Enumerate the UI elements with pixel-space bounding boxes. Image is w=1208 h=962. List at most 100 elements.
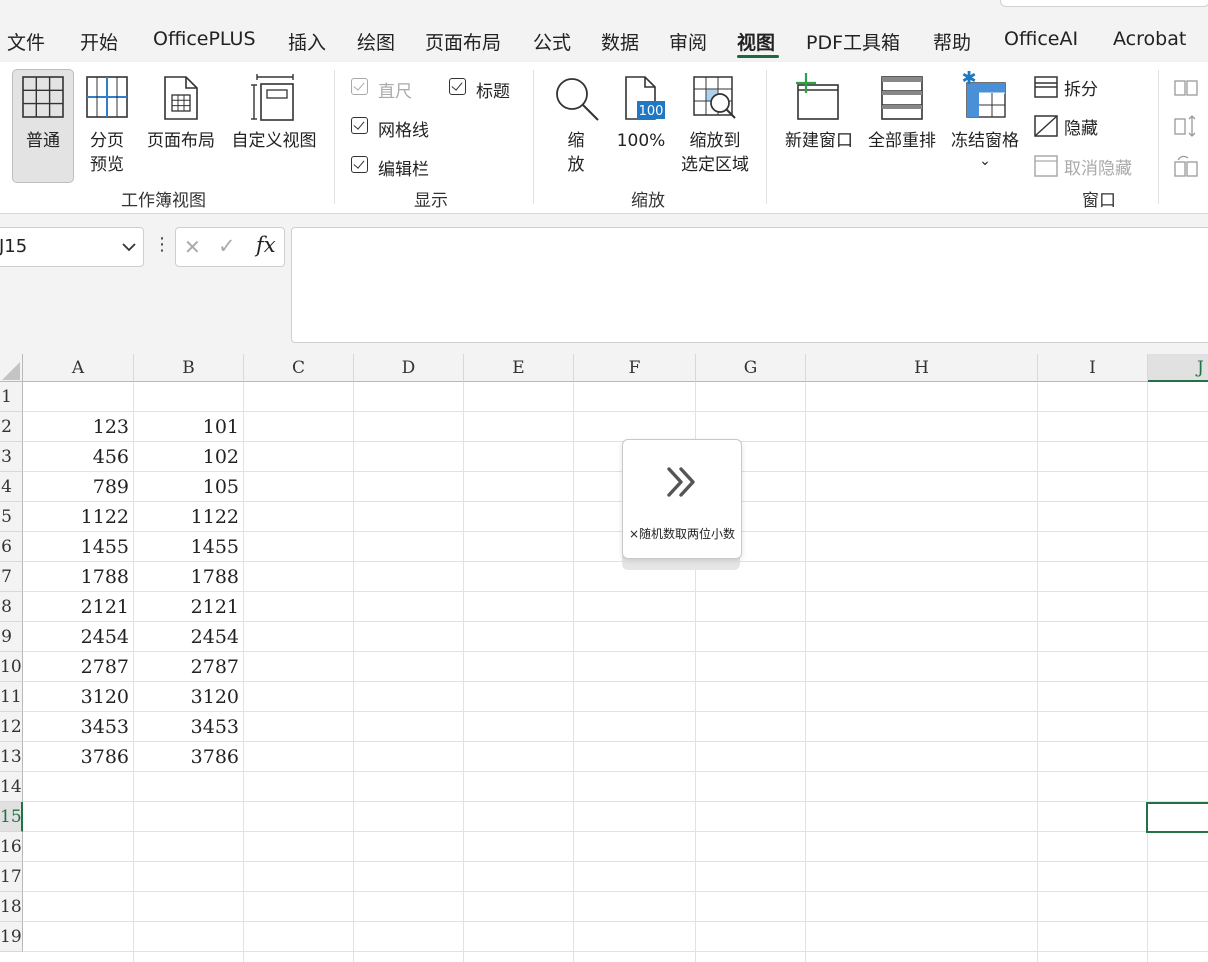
row-header-13[interactable]: 13: [0, 742, 23, 772]
cell-b5[interactable]: 1122: [133, 502, 243, 532]
row-header-16[interactable]: 16: [0, 832, 23, 862]
selected-cell-j15[interactable]: [1146, 802, 1208, 833]
zoom-to-selection-button[interactable]: 缩放到 选定区域: [677, 69, 753, 181]
row-header-11[interactable]: 11: [0, 682, 23, 712]
headings-checkbox[interactable]: 标题: [449, 77, 539, 102]
tab-officeai[interactable]: OfficeAI: [1004, 28, 1078, 50]
row-header-2[interactable]: 2: [0, 412, 23, 442]
row-header-12[interactable]: 12: [0, 712, 23, 742]
row-header-1[interactable]: 1: [0, 382, 23, 412]
column-header-b[interactable]: B: [134, 354, 244, 382]
row-header-9[interactable]: 9: [0, 622, 23, 652]
cell-a6[interactable]: 1455: [23, 532, 133, 562]
enter-check-icon[interactable]: ✓: [218, 234, 236, 258]
ruler-checkbox[interactable]: 直尺: [351, 77, 441, 102]
column-header-g[interactable]: G: [696, 354, 806, 382]
tab-review[interactable]: 审阅: [669, 28, 707, 55]
freeze-panes-button[interactable]: ✱ 冻结窗格 ⌄: [947, 69, 1023, 181]
row-header-18[interactable]: 18: [0, 892, 23, 922]
cell-b7[interactable]: 1788: [133, 562, 243, 592]
row-header-19[interactable]: 19: [0, 922, 23, 952]
cell-a4[interactable]: 789: [23, 472, 133, 502]
column-header-e[interactable]: E: [464, 354, 574, 382]
cell-a3[interactable]: 456: [23, 442, 133, 472]
row-header-8[interactable]: 8: [0, 592, 23, 622]
tab-file[interactable]: 文件: [7, 28, 45, 55]
row-header-10[interactable]: 10: [0, 652, 23, 682]
row-header-5[interactable]: 5: [0, 502, 23, 532]
new-window-button[interactable]: 新建窗口: [781, 69, 857, 181]
tab-insert[interactable]: 插入: [288, 28, 326, 55]
tab-view[interactable]: 视图: [737, 28, 775, 55]
cell-a8[interactable]: 2121: [23, 592, 133, 622]
column-header-h[interactable]: H: [806, 354, 1038, 382]
worksheet-grid[interactable]: A B C D E F G H I J 1 2 3 4 5 6 7 8 9 10 11 12 13 14 1…: [0, 354, 1208, 962]
row-header-3[interactable]: 3: [0, 442, 23, 472]
cell-a13[interactable]: 3786: [23, 742, 133, 772]
cell-a9[interactable]: 2454: [23, 622, 133, 652]
zoom-100-button[interactable]: 100 100%: [613, 69, 669, 181]
cancel-icon[interactable]: ✕: [184, 235, 201, 259]
cell-b3[interactable]: 102: [133, 442, 243, 472]
cell-a10[interactable]: 2787: [23, 652, 133, 682]
cell-b10[interactable]: 2787: [133, 652, 243, 682]
zoom-button[interactable]: 缩 放: [551, 69, 601, 181]
cell-a2[interactable]: 123: [23, 412, 133, 442]
tab-help[interactable]: 帮助: [933, 28, 971, 55]
column-header-i[interactable]: I: [1038, 354, 1148, 382]
cell-b8[interactable]: 2121: [133, 592, 243, 622]
row-header-14[interactable]: 14: [0, 772, 23, 802]
page-layout-view-button[interactable]: 页面布局: [143, 69, 219, 181]
row-header-15[interactable]: 15: [0, 802, 23, 832]
reset-window-icon[interactable]: [1174, 154, 1200, 178]
cell-b6[interactable]: 1455: [133, 532, 243, 562]
cell-b9[interactable]: 2454: [133, 622, 243, 652]
row-header-4[interactable]: 4: [0, 472, 23, 502]
cell-a5[interactable]: 1122: [23, 502, 133, 532]
column-header-c[interactable]: C: [244, 354, 354, 382]
cell-b13[interactable]: 3786: [133, 742, 243, 772]
tab-data[interactable]: 数据: [601, 28, 639, 55]
sync-scroll-icon[interactable]: [1174, 114, 1200, 138]
freeze-panes-chevron-down-icon[interactable]: ⌄: [947, 150, 1023, 173]
row-header-17[interactable]: 17: [0, 862, 23, 892]
column-header-f[interactable]: F: [574, 354, 696, 382]
hide-button[interactable]: 隐藏: [1034, 114, 1144, 139]
custom-views-button[interactable]: 自定义视图: [228, 69, 320, 181]
name-box[interactable]: J15: [0, 227, 144, 267]
cell-b11[interactable]: 3120: [133, 682, 243, 712]
cell-a11[interactable]: 3120: [23, 682, 133, 712]
side-by-side-icon[interactable]: [1174, 78, 1200, 98]
tab-draw[interactable]: 绘图: [357, 28, 395, 55]
random-two-decimal-panel[interactable]: ×随机数取两位小数: [622, 439, 742, 559]
tab-officeplus[interactable]: OfficePLUS: [153, 28, 256, 50]
search-box-edge[interactable]: [1000, 0, 1208, 7]
chevron-down-icon[interactable]: [121, 241, 137, 253]
insert-function-fx-icon[interactable]: fx: [256, 233, 276, 257]
tab-page-layout[interactable]: 页面布局: [425, 28, 501, 55]
select-all-corner[interactable]: [0, 354, 23, 382]
split-button[interactable]: 拆分: [1034, 75, 1144, 100]
normal-view-button[interactable]: 普通: [12, 69, 74, 181]
column-header-d[interactable]: D: [354, 354, 464, 382]
row-header-7[interactable]: 7: [0, 562, 23, 592]
cell-b4[interactable]: 105: [133, 472, 243, 502]
unhide-button[interactable]: 取消隐藏: [1034, 154, 1144, 179]
tab-acrobat[interactable]: Acrobat: [1113, 28, 1186, 50]
column-header-j[interactable]: J: [1148, 354, 1208, 382]
column-header-a[interactable]: A: [23, 354, 134, 382]
cell-a12[interactable]: 3453: [23, 712, 133, 742]
formula-bar-checkbox[interactable]: 编辑栏: [351, 155, 451, 180]
cell-b2[interactable]: 101: [133, 412, 243, 442]
row-header-6[interactable]: 6: [0, 532, 23, 562]
gridlines-checkbox[interactable]: 网格线: [351, 116, 451, 141]
cell-a7[interactable]: 1788: [23, 562, 133, 592]
tab-home[interactable]: 开始: [80, 28, 118, 55]
cell-b12[interactable]: 3453: [133, 712, 243, 742]
arrange-all-button[interactable]: 全部重排: [864, 69, 940, 181]
tab-pdf-toolbox[interactable]: PDF工具箱: [806, 28, 900, 55]
tab-formulas[interactable]: 公式: [533, 28, 571, 55]
page-break-preview-button[interactable]: 分页 预览: [80, 69, 134, 181]
more-options-icon[interactable]: ⋮: [153, 234, 171, 255]
formula-input[interactable]: [291, 227, 1208, 343]
